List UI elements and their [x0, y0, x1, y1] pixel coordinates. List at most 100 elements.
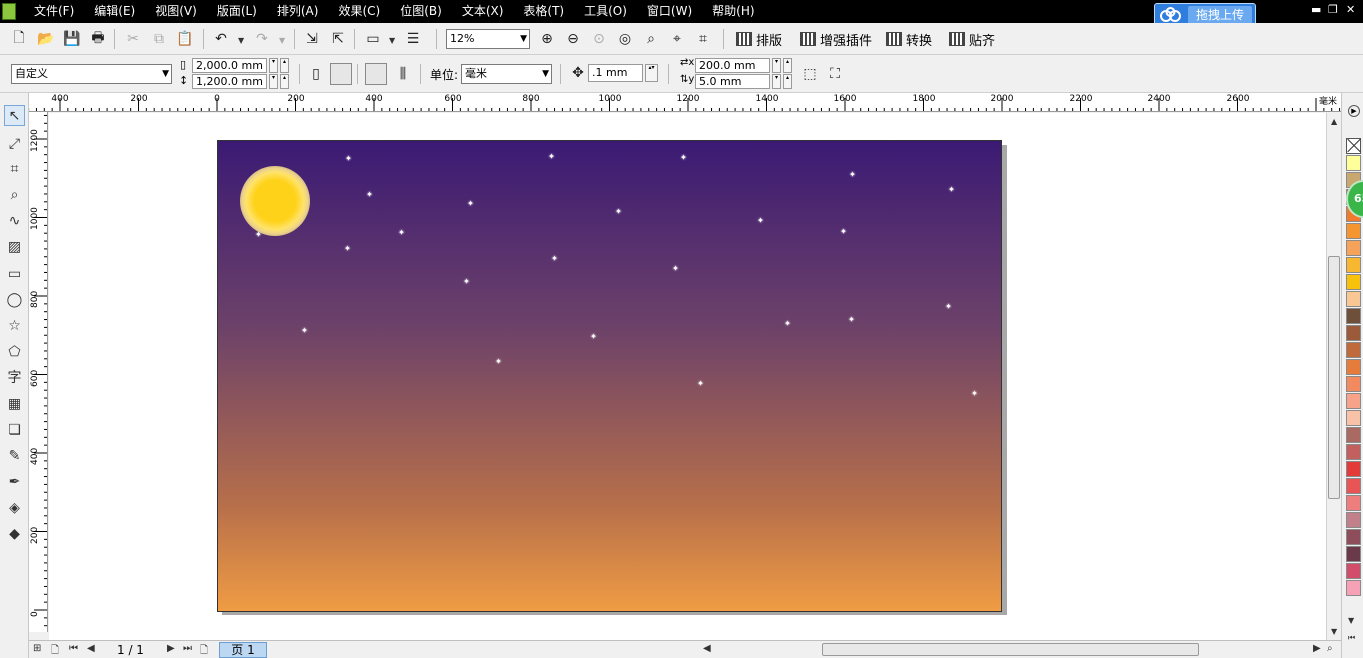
redo-dropdown-icon[interactable]: ▼	[279, 36, 285, 45]
color-swatch[interactable]	[1346, 223, 1361, 239]
drop-shadow-tool-icon[interactable]: ❏	[4, 419, 25, 440]
zoom-out-icon[interactable]: ⊖	[564, 30, 582, 48]
page-size-select[interactable]: 自定义 ▼	[11, 64, 172, 84]
freehand-tool-icon[interactable]: ∿	[4, 210, 25, 231]
smart-fill-tool-icon[interactable]: ▨	[4, 236, 25, 257]
publish-icon[interactable]: ▭	[364, 30, 382, 48]
color-swatch[interactable]	[1346, 274, 1361, 290]
color-swatch[interactable]	[1346, 342, 1361, 358]
page-height-field[interactable]: 1,200.0 mm	[192, 74, 267, 89]
menu-bitmaps[interactable]: 位图(B)	[400, 0, 442, 23]
star-shape[interactable]: ✦	[344, 245, 351, 253]
last-page-icon[interactable]: ⏭	[183, 643, 192, 654]
height-spinner[interactable]: ▾	[269, 74, 278, 89]
convert-plugin-button[interactable]: 转换	[886, 28, 932, 50]
star-shape[interactable]: ✦	[672, 265, 679, 273]
all-pages-button[interactable]	[365, 63, 387, 85]
dup-y-spinner[interactable]: ▾	[772, 74, 781, 89]
drawing-workspace[interactable]: ✦ ✦ ✦ ✦ ✦ ✦ ✦ ✦ ✦ ✦ ✦ ✦ ✦ ✦ ✦ ✦ ✦ ✦ ✦ ✦ …	[49, 113, 1326, 640]
first-page-icon[interactable]: ⏮	[69, 643, 78, 654]
color-swatch[interactable]	[1346, 325, 1361, 341]
pick-tool-icon[interactable]: ↖	[4, 105, 25, 126]
zoom-in-icon[interactable]: ⊕	[538, 30, 556, 48]
star-shape[interactable]: ✦	[345, 155, 352, 163]
print-icon[interactable]: 🖶	[89, 30, 107, 48]
new-document-icon[interactable]: 🗋	[10, 30, 28, 48]
star-shape[interactable]: ✦	[848, 316, 855, 324]
star-shape[interactable]: ✦	[757, 217, 764, 225]
star-shape[interactable]: ✦	[945, 303, 952, 311]
menu-file[interactable]: 文件(F)	[34, 0, 74, 23]
star-tool-icon[interactable]: ☆	[4, 315, 25, 336]
palette-flyout-icon[interactable]: ⏮	[1348, 633, 1355, 643]
text-tool-icon[interactable]: 字	[4, 366, 25, 387]
navigator-icon[interactable]: ⌕	[1327, 643, 1333, 654]
color-swatch[interactable]	[1346, 529, 1361, 545]
basic-shapes-tool-icon[interactable]: ⬠	[4, 341, 25, 362]
color-swatch[interactable]	[1346, 444, 1361, 460]
menu-arrange[interactable]: 排列(A)	[277, 0, 319, 23]
restore-icon[interactable]: ❐	[1328, 3, 1338, 17]
color-swatch[interactable]	[1346, 393, 1361, 409]
outline-tool-icon[interactable]: ✒	[4, 471, 25, 492]
menu-edit[interactable]: 编辑(E)	[94, 0, 135, 23]
treat-as-filled-icon[interactable]: ⬚	[801, 65, 819, 83]
star-shape[interactable]: ✦	[948, 186, 955, 194]
add-page-before-icon[interactable]: 🗋	[51, 643, 59, 658]
interactive-fill-tool-icon[interactable]: ◆	[4, 523, 25, 544]
star-shape[interactable]: ✦	[840, 228, 847, 236]
shape-tool-icon[interactable]: ⤢	[4, 133, 25, 154]
scroll-right-icon[interactable]: ▶	[1313, 643, 1321, 654]
redo-icon[interactable]: ↷	[253, 30, 271, 48]
minimize-icon[interactable]: ▬	[1311, 3, 1321, 17]
star-shape[interactable]: ✦	[398, 229, 405, 237]
dup-x-spinner[interactable]: ▴	[783, 58, 792, 73]
color-swatch[interactable]	[1346, 155, 1361, 171]
save-icon[interactable]: 💾	[63, 30, 81, 48]
horizontal-ruler[interactable]: 400 200 0 200 400 600 800 1000 1200 1400…	[29, 93, 1341, 112]
page-tab[interactable]: 页 1	[219, 642, 267, 658]
current-page-icon[interactable]: ⫼	[394, 65, 412, 83]
color-swatch[interactable]	[1346, 495, 1361, 511]
star-shape[interactable]: ✦	[366, 191, 373, 199]
zoom-page-icon[interactable]: ⌕	[642, 30, 660, 48]
menu-tools[interactable]: 工具(O)	[584, 0, 627, 23]
cut-icon[interactable]: ✂	[124, 30, 142, 48]
color-swatch[interactable]	[1346, 308, 1361, 324]
width-spinner[interactable]: ▾	[269, 58, 278, 73]
color-swatch[interactable]	[1346, 563, 1361, 579]
color-swatch[interactable]	[1346, 461, 1361, 477]
color-swatch[interactable]	[1346, 240, 1361, 256]
vertical-scroll-thumb[interactable]	[1328, 256, 1340, 499]
color-swatch[interactable]	[1346, 580, 1361, 596]
copy-icon[interactable]: ⧉	[150, 30, 168, 48]
scroll-left-icon[interactable]: ◀	[703, 643, 711, 654]
zoom-corner-icon[interactable]: ⊞	[33, 643, 41, 654]
horizontal-scroll-thumb[interactable]	[822, 643, 1199, 656]
palette-scroll-down-icon[interactable]: ▼	[1348, 616, 1354, 625]
star-shape[interactable]: ✦	[971, 390, 978, 398]
scroll-down-icon[interactable]: ▼	[1331, 627, 1337, 636]
zoom-all-icon[interactable]: ◎	[616, 30, 634, 48]
page-frame-icon[interactable]: ⛶	[826, 65, 844, 83]
undo-dropdown-icon[interactable]: ▼	[238, 36, 244, 45]
nudge-spinner[interactable]: ▴▾	[645, 64, 658, 82]
export-icon[interactable]: ⇱	[329, 30, 347, 48]
color-swatch[interactable]	[1346, 410, 1361, 426]
open-folder-icon[interactable]: 📂	[37, 30, 55, 48]
menu-effects[interactable]: 效果(C)	[338, 0, 380, 23]
zoom-tool-icon[interactable]: ⌕	[4, 184, 25, 205]
color-swatch[interactable]	[1346, 478, 1361, 494]
color-swatch[interactable]	[1346, 512, 1361, 528]
star-shape[interactable]: ✦	[849, 171, 856, 179]
menu-window[interactable]: 窗口(W)	[647, 0, 692, 23]
undo-icon[interactable]: ↶	[212, 30, 230, 48]
duplicate-x-field[interactable]: 200.0 mm	[695, 58, 770, 73]
star-shape[interactable]: ✦	[784, 320, 791, 328]
zoom-width-icon[interactable]: ⌖	[668, 30, 686, 48]
enhance-plugin-button[interactable]: 增强插件	[800, 28, 872, 50]
star-shape[interactable]: ✦	[467, 200, 474, 208]
vertical-ruler[interactable]: 1200 1000 800 600 400 200 0	[29, 112, 48, 632]
star-shape[interactable]: ✦	[680, 154, 687, 162]
dup-y-spinner[interactable]: ▴	[783, 74, 792, 89]
